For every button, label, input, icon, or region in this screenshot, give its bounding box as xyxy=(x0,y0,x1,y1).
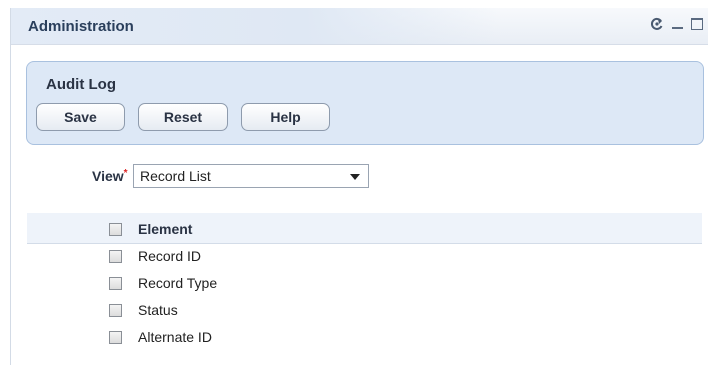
audit-log-panel: Audit Log Save Reset Help xyxy=(26,61,704,145)
save-button[interactable]: Save xyxy=(36,103,125,131)
maximize-icon[interactable] xyxy=(691,18,703,30)
table-row: Record ID xyxy=(0,244,700,270)
view-label-text: View xyxy=(92,168,124,184)
row-label: Status xyxy=(138,302,178,318)
row-checkbox[interactable] xyxy=(109,277,122,290)
column-header-element: Element xyxy=(138,221,193,237)
table-row: Status xyxy=(0,298,700,324)
row-checkbox[interactable] xyxy=(109,304,122,317)
row-label: Alternate ID xyxy=(138,329,212,345)
row-label: Record Type xyxy=(138,275,218,291)
select-all-checkbox[interactable] xyxy=(109,223,122,236)
help-button[interactable]: Help xyxy=(241,103,330,131)
table-header-row: Element xyxy=(0,216,700,242)
row-checkbox[interactable] xyxy=(109,331,122,344)
view-select[interactable]: Record List xyxy=(133,164,369,188)
row-checkbox[interactable] xyxy=(109,250,122,263)
row-label: Record ID xyxy=(138,248,202,264)
view-label: View* xyxy=(92,168,128,184)
reset-button[interactable]: Reset xyxy=(138,103,228,131)
panel-title: Audit Log xyxy=(46,76,116,93)
table-row: Record Type xyxy=(0,271,700,297)
required-marker: * xyxy=(123,168,128,179)
window-controls xyxy=(650,17,703,31)
portlet-titlebar: Administration xyxy=(11,8,708,45)
dropdown-arrow-icon[interactable] xyxy=(350,174,360,180)
view-select-value: Record List xyxy=(140,168,211,184)
minimize-icon[interactable] xyxy=(672,27,683,29)
table-row: Alternate ID xyxy=(0,325,700,351)
portlet-title: Administration xyxy=(28,18,134,35)
refresh-icon[interactable] xyxy=(650,17,664,31)
